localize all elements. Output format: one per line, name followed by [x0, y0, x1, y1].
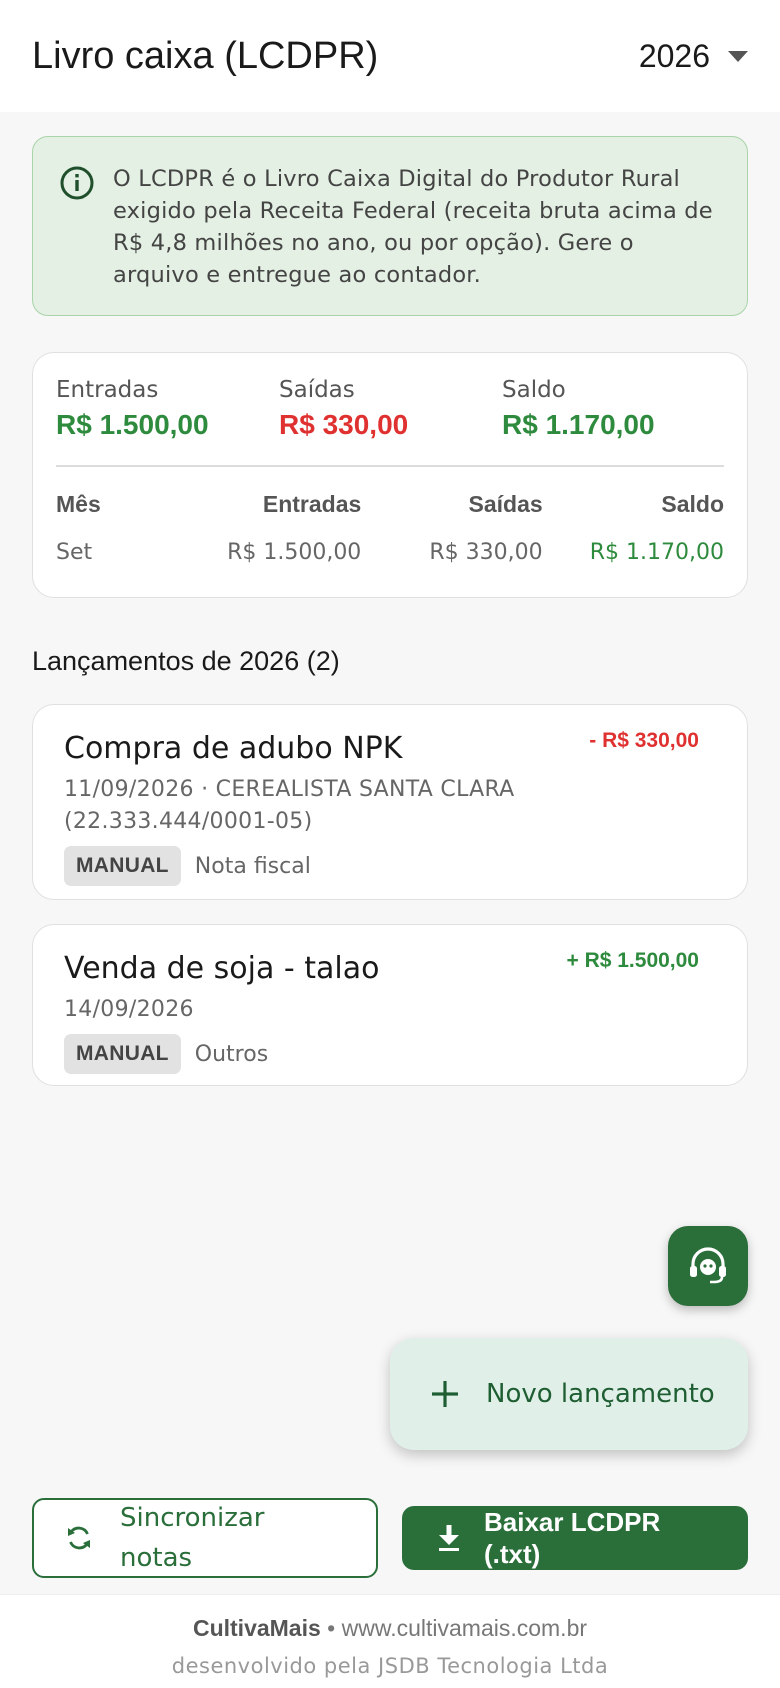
footer-line: CultivaMais • www.cultivamais.com.br: [0, 1615, 780, 1642]
table-header: Mês Entradas Saídas Saldo: [56, 491, 724, 518]
source-badge: MANUAL: [64, 1034, 181, 1074]
sync-notes-label: Sincronizar notas: [120, 1503, 265, 1573]
entry-type: Nota fiscal: [194, 853, 311, 879]
new-entry-label: Novo lançamento: [486, 1379, 715, 1409]
total-saidas: Saídas R$ 330,00: [279, 377, 502, 441]
caret-down-icon: [728, 50, 748, 62]
entry-card[interactable]: Compra de adubo NPK - R$ 330,00 11/09/20…: [32, 704, 748, 900]
entry-type: Outros: [194, 1041, 269, 1067]
source-badge: MANUAL: [64, 846, 181, 886]
total-label: Entradas: [56, 377, 159, 403]
total-label: Saldo: [502, 377, 566, 403]
entry-card[interactable]: Venda de soja - talao + R$ 1.500,00 14/0…: [32, 924, 748, 1086]
cell-month: Set: [56, 539, 93, 565]
total-value: R$ 330,00: [279, 409, 409, 440]
footer-brand: CultivaMais: [192, 1615, 321, 1641]
total-label: Saídas: [279, 377, 355, 403]
cell-saidas: R$ 330,00: [429, 539, 543, 565]
year-selector[interactable]: 2026: [639, 38, 748, 75]
column-header: Entradas: [262, 490, 362, 517]
footer: CultivaMais • www.cultivamais.com.br des…: [0, 1594, 780, 1688]
entry-amount: - R$ 330,00: [589, 729, 699, 752]
totals-row: Entradas R$ 1.500,00 Saídas R$ 330,00 Sa…: [56, 377, 724, 441]
entry-tags: MANUAL Nota fiscal: [64, 846, 717, 886]
column-header: Saldo: [661, 490, 724, 517]
footer-separator: •: [320, 1615, 342, 1641]
table-row: Set R$ 1.500,00 R$ 330,00 R$ 1.170,00: [56, 540, 724, 565]
summary-card: Entradas R$ 1.500,00 Saídas R$ 330,00 Sa…: [32, 352, 748, 598]
entry-title: Compra de adubo NPK: [64, 731, 403, 766]
download-lcdpr-button[interactable]: Baixar LCDPR (.txt): [402, 1506, 748, 1570]
footer-url[interactable]: www.cultivamais.com.br: [342, 1615, 587, 1641]
page-title: Livro caixa (LCDPR): [32, 34, 379, 77]
info-icon: [60, 166, 94, 200]
total-value: R$ 1.500,00: [56, 409, 209, 440]
column-header: Saídas: [468, 490, 543, 517]
sync-notes-button[interactable]: Sincronizar notas: [32, 1498, 378, 1578]
new-entry-button[interactable]: Novo lançamento: [390, 1338, 748, 1450]
sync-icon: [68, 1526, 90, 1550]
cell-entradas: R$ 1.500,00: [227, 539, 362, 565]
headset-icon: [690, 1247, 726, 1284]
entry-title: Venda de soja - talao: [64, 951, 380, 986]
divider: [56, 465, 724, 467]
download-lcdpr-label: Baixar LCDPR (.txt): [484, 1507, 661, 1569]
entries-section-title: Lançamentos de 2026 (2): [32, 646, 340, 676]
column-header: Mês: [56, 490, 101, 517]
total-entradas: Entradas R$ 1.500,00: [56, 377, 279, 441]
footer-credit: desenvolvido pela JSDB Tecnologia Ltda: [171, 1654, 609, 1678]
info-banner: O LCDPR é o Livro Caixa Digital do Produ…: [32, 136, 748, 316]
year-value: 2026: [638, 37, 710, 74]
info-text: O LCDPR é o Livro Caixa Digital do Produ…: [113, 166, 713, 288]
download-icon: [439, 1525, 459, 1551]
cell-saldo: R$ 1.170,00: [589, 539, 724, 565]
entry-meta: 11/09/2026 · CEREALISTA SANTA CLARA (22.…: [64, 777, 515, 834]
total-value: R$ 1.170,00: [502, 409, 655, 440]
plus-icon: [432, 1381, 458, 1407]
entry-meta: 14/09/2026: [64, 997, 194, 1022]
entry-amount: + R$ 1.500,00: [566, 949, 699, 972]
support-button[interactable]: [668, 1226, 748, 1306]
app-bar: Livro caixa (LCDPR) 2026: [0, 0, 780, 112]
total-saldo: Saldo R$ 1.170,00: [502, 377, 725, 441]
entry-tags: MANUAL Outros: [64, 1034, 717, 1074]
